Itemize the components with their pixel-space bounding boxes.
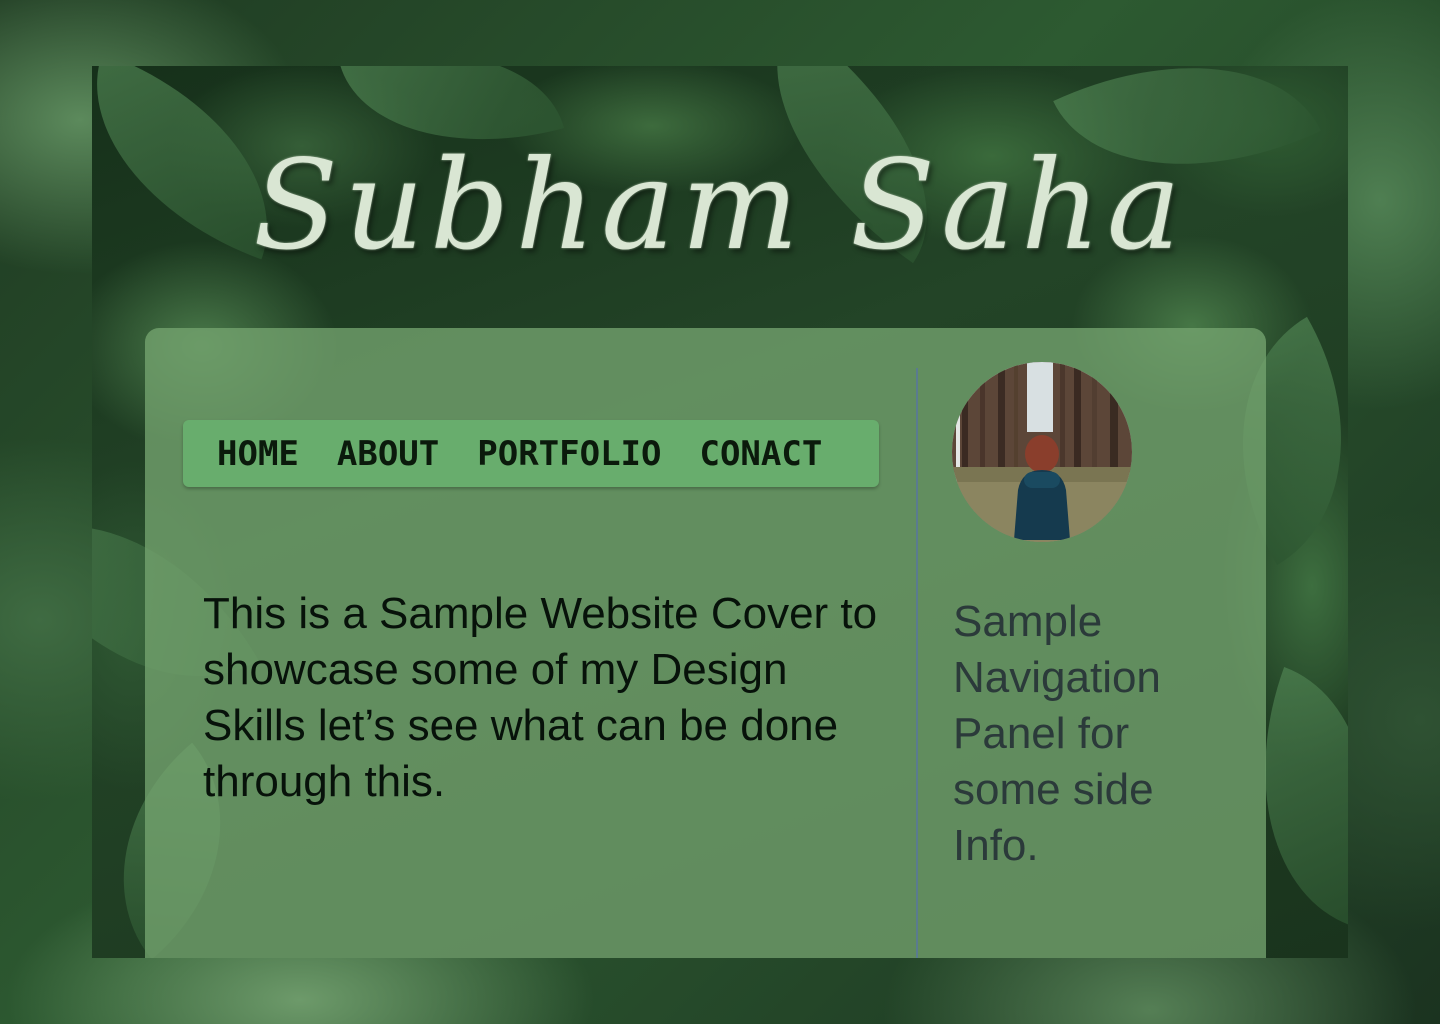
site-title: Subham Saha	[253, 134, 1187, 278]
side-info-text: Sample Navigation Panel for some side In…	[953, 597, 1161, 870]
nav-portfolio-link[interactable]: PORTFOLIO	[477, 434, 661, 474]
content-panel: HOME ABOUT PORTFOLIO CONACT This is a Sa…	[145, 328, 1266, 958]
main-navigation: HOME ABOUT PORTFOLIO CONACT	[183, 420, 879, 487]
nav-about-link[interactable]: ABOUT	[337, 434, 439, 474]
vertical-divider	[916, 368, 918, 958]
avatar	[952, 362, 1132, 542]
intro-text: This is a Sample Website Cover to showca…	[203, 589, 878, 806]
nav-home-link[interactable]: HOME	[217, 434, 299, 474]
cover-frame: Subham Saha HOME ABOUT PORTFOLIO CONACT …	[92, 66, 1348, 958]
profile-photo-icon	[952, 362, 1132, 542]
nav-contact-link[interactable]: CONACT	[699, 434, 822, 474]
